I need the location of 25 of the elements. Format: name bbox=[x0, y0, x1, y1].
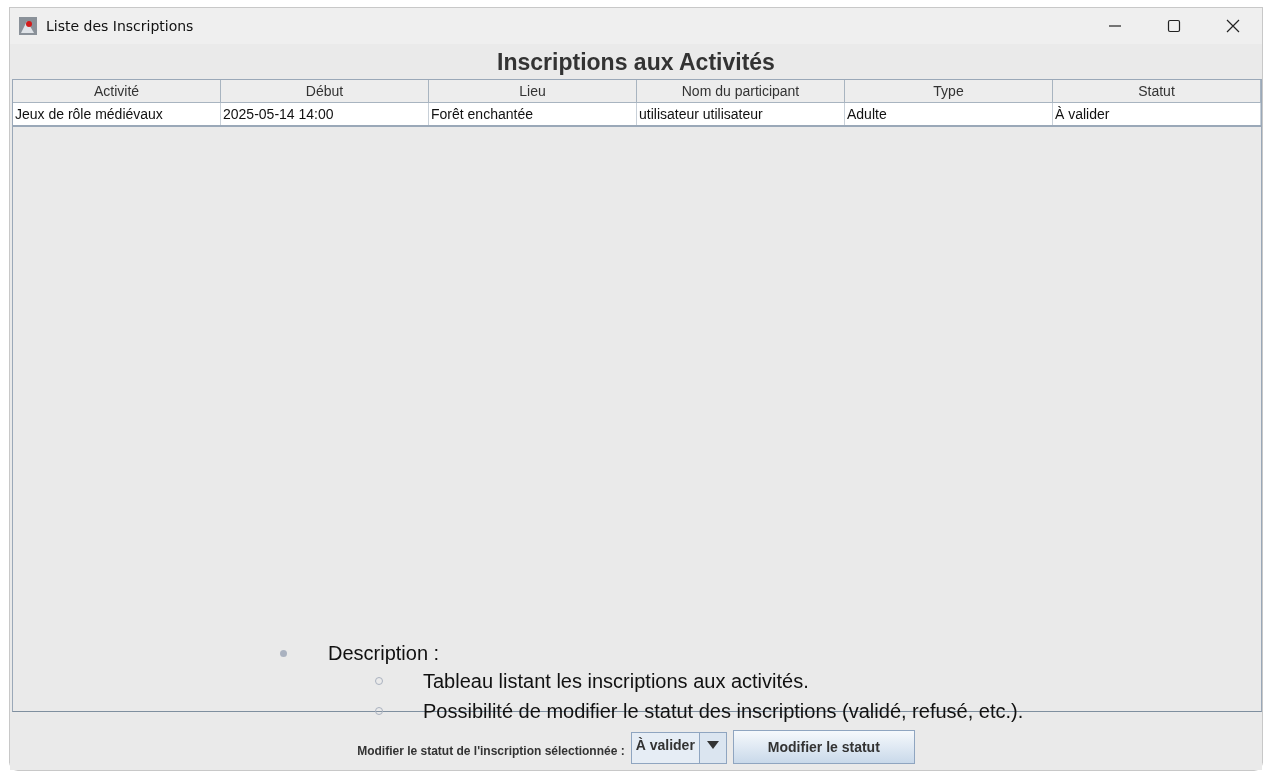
column-header[interactable]: Type bbox=[845, 80, 1053, 103]
column-header[interactable]: Nom du participant bbox=[637, 80, 845, 103]
page-heading: Inscriptions aux Activités bbox=[496, 48, 776, 77]
column-header[interactable]: Activité bbox=[13, 80, 221, 103]
note-text: Possibilité de modifier le statut des inscriptions (validé, refusé, etc.). bbox=[423, 699, 1024, 723]
app-icon bbox=[18, 16, 38, 36]
caret-icon bbox=[706, 741, 719, 749]
notes-title: Description : bbox=[328, 641, 440, 665]
table-cell: Jeux de rôle médiévaux bbox=[13, 103, 221, 125]
note-text: Tableau listant les inscriptions aux activités. bbox=[423, 669, 809, 693]
table-cell: Adulte bbox=[845, 103, 1053, 125]
window-title: Liste des Inscriptions bbox=[46, 18, 194, 34]
column-header[interactable]: Statut bbox=[1053, 80, 1261, 103]
table-cell: Forêt enchantée bbox=[429, 103, 637, 125]
table-cell: 2025-05-14 14:00 bbox=[221, 103, 429, 125]
table-cell: utilisateur utilisateur bbox=[637, 103, 845, 125]
bullet-icon bbox=[280, 649, 287, 657]
table-cell: À valider bbox=[1053, 103, 1261, 125]
column-header[interactable]: Début bbox=[221, 80, 429, 103]
status-label: Modifier le statut de l'inscription sélectionnée : bbox=[357, 744, 625, 758]
modify-status-button[interactable]: Modifier le statut bbox=[732, 730, 915, 764]
close-icon[interactable] bbox=[1226, 19, 1240, 33]
column-header[interactable]: Lieu bbox=[429, 80, 637, 103]
status-dropdown[interactable]: À valider bbox=[630, 732, 727, 764]
maximize-icon[interactable] bbox=[1167, 19, 1181, 33]
